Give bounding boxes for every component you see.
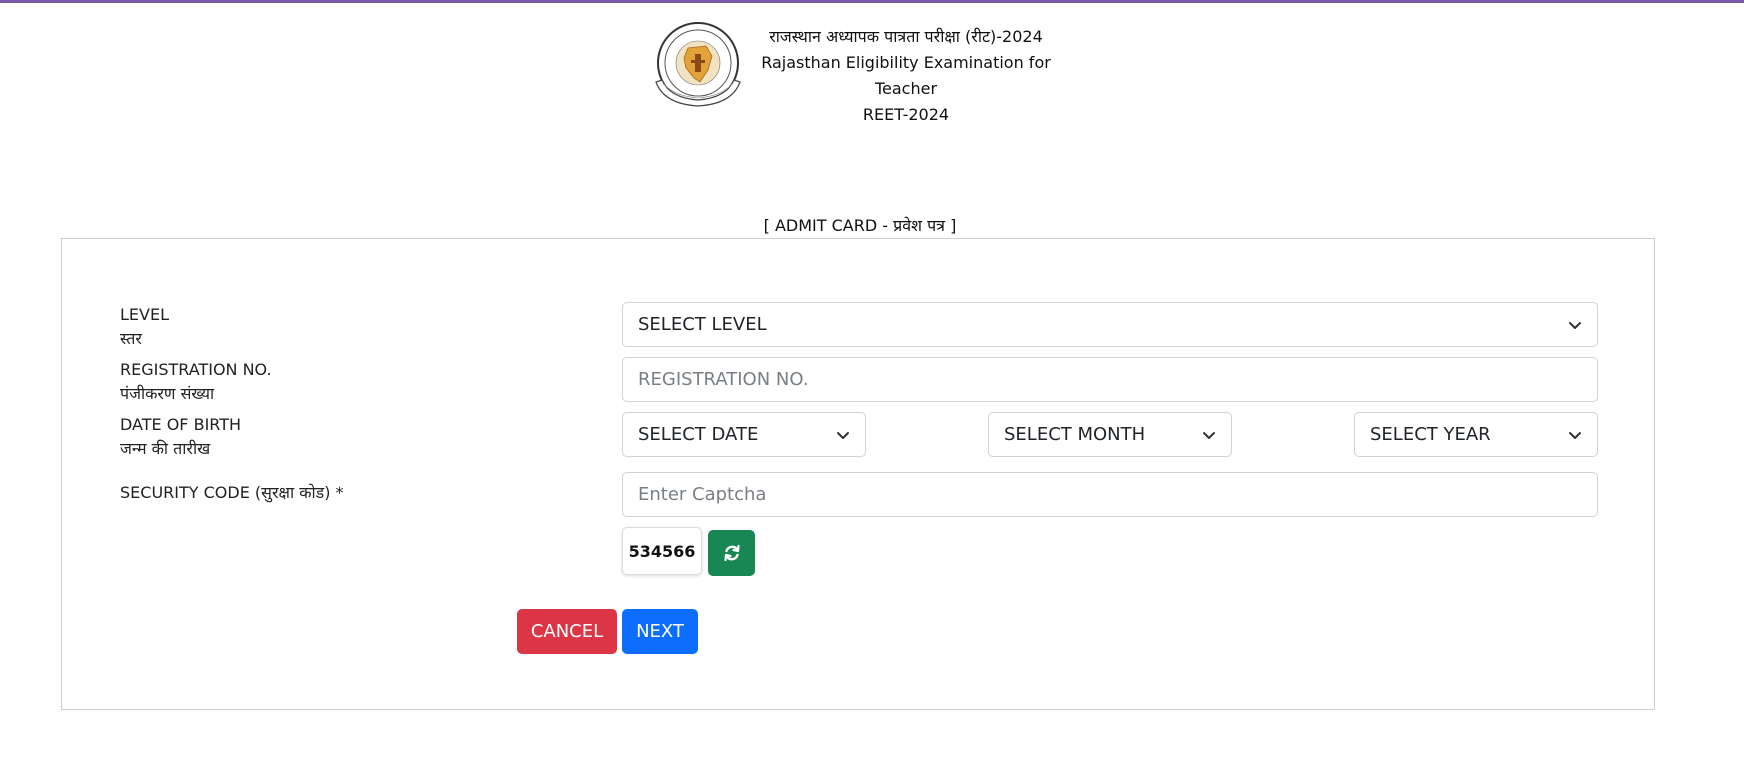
header-title-hindi: राजस्थान अध्यापक पात्रता परीक्षा (रीट)-2… bbox=[769, 27, 1043, 46]
registration-label-hi: पंजीकरण संख्या bbox=[120, 384, 215, 403]
dob-date-select[interactable]: SELECT DATE bbox=[622, 412, 866, 457]
refresh-icon bbox=[723, 544, 740, 562]
registration-label-en: REGISTRATION NO. bbox=[120, 360, 272, 379]
captcha-code: 534566 bbox=[622, 527, 702, 575]
security-code-label: SECURITY CODE (सुरक्षा कोड) * bbox=[120, 483, 344, 502]
page-header: राजस्थान अध्यापक पात्रता परीक्षा (रीट)-2… bbox=[0, 18, 1744, 124]
chevron-down-icon bbox=[1569, 431, 1581, 439]
level-label-en: LEVEL bbox=[120, 305, 169, 324]
chevron-down-icon bbox=[1569, 321, 1581, 329]
dob-date-value: SELECT DATE bbox=[638, 424, 759, 445]
level-select-value: SELECT LEVEL bbox=[638, 314, 767, 335]
refresh-captcha-button[interactable] bbox=[708, 530, 755, 576]
registration-label: REGISTRATION NO. पंजीकरण संख्या bbox=[120, 358, 272, 406]
dob-label-en: DATE OF BIRTH bbox=[120, 415, 242, 434]
dob-year-select[interactable]: SELECT YEAR bbox=[1354, 412, 1598, 457]
top-border bbox=[0, 0, 1744, 3]
header-title-english: Rajasthan Eligibility Examination for Te… bbox=[761, 53, 1051, 98]
chevron-down-icon bbox=[837, 431, 849, 439]
next-button[interactable]: NEXT bbox=[622, 609, 698, 654]
registration-input[interactable]: REGISTRATION NO. bbox=[622, 357, 1598, 402]
header-title-block: राजस्थान अध्यापक पात्रता परीक्षा (रीट)-2… bbox=[736, 24, 1076, 128]
level-label: LEVEL स्तर bbox=[120, 303, 169, 351]
level-label-hi: स्तर bbox=[120, 329, 142, 348]
header-title-short: REET-2024 bbox=[862, 105, 950, 124]
dob-month-value: SELECT MONTH bbox=[1004, 424, 1146, 445]
dob-label: DATE OF BIRTH जन्म की तारीख bbox=[120, 413, 241, 461]
dob-label-hi: जन्म की तारीख bbox=[120, 439, 211, 458]
dob-year-value: SELECT YEAR bbox=[1370, 424, 1491, 445]
registration-input-placeholder: REGISTRATION NO. bbox=[638, 369, 809, 390]
captcha-input[interactable]: Enter Captcha bbox=[622, 472, 1598, 517]
rajasthan-board-seal-icon bbox=[655, 22, 741, 107]
dob-month-select[interactable]: SELECT MONTH bbox=[988, 412, 1232, 457]
cancel-button[interactable]: CANCEL bbox=[517, 609, 617, 654]
captcha-input-placeholder: Enter Captcha bbox=[638, 484, 767, 505]
level-select[interactable]: SELECT LEVEL bbox=[622, 302, 1598, 347]
chevron-down-icon bbox=[1203, 431, 1215, 439]
page-title: [ ADMIT CARD - प्रवेश पत्र ] bbox=[763, 216, 957, 235]
